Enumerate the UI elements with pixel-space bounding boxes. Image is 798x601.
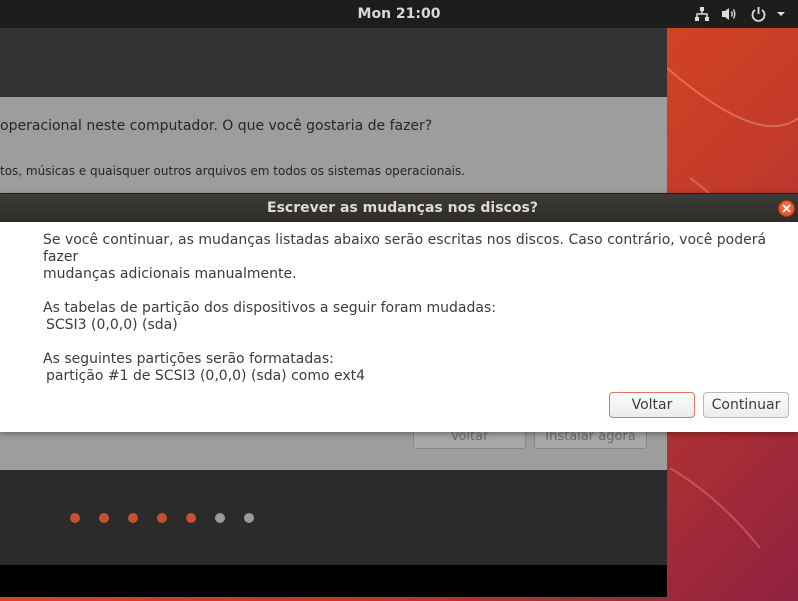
- close-icon: [782, 204, 791, 213]
- intro-text-line1: Se você continuar, as mudanças listadas …: [43, 232, 767, 265]
- progress-dot: [215, 513, 225, 523]
- progress-dot: [157, 513, 167, 523]
- top-panel: Mon 21:00: [0, 0, 798, 28]
- installation-option-description: tos, músicas e quaisquer outros arquivos…: [0, 164, 466, 178]
- installation-question: operacional neste computador. O que você…: [0, 118, 433, 134]
- dialog-title: Escrever as mudanças nos discos?: [267, 200, 538, 216]
- progress-dot: [99, 513, 109, 523]
- dialog-message: Se você continuar, as mudanças listadas …: [43, 232, 783, 402]
- progress-dot: [186, 513, 196, 523]
- write-changes-dialog: Escrever as mudanças nos discos? Se você…: [0, 193, 798, 432]
- installer-footer: [0, 565, 667, 597]
- partition-tables-heading: As tabelas de partição dos dispositivos …: [43, 300, 496, 316]
- progress-dot: [70, 513, 80, 523]
- partition-tables-item: SCSI3 (0,0,0) (sda): [46, 317, 178, 333]
- clock[interactable]: Mon 21:00: [0, 0, 798, 28]
- progress-dot: [244, 513, 254, 523]
- network-icon[interactable]: [694, 0, 710, 28]
- progress-dots: [70, 513, 254, 523]
- progress-dot: [128, 513, 138, 523]
- power-icon[interactable]: [750, 0, 767, 28]
- intro-text-line2: mudanças adicionais manualmente.: [43, 266, 297, 282]
- dropdown-arrow-icon[interactable]: [776, 0, 786, 28]
- continue-button[interactable]: Continuar: [703, 392, 789, 418]
- format-item: partição #1 de SCSI3 (0,0,0) (sda) como …: [46, 368, 366, 384]
- close-button[interactable]: [778, 200, 795, 217]
- installer-header: [0, 28, 667, 97]
- back-button[interactable]: Voltar: [609, 392, 695, 418]
- dialog-titlebar: Escrever as mudanças nos discos?: [0, 194, 798, 222]
- volume-icon[interactable]: [721, 0, 739, 28]
- format-heading: As seguintes partições serão formatadas:: [43, 351, 334, 367]
